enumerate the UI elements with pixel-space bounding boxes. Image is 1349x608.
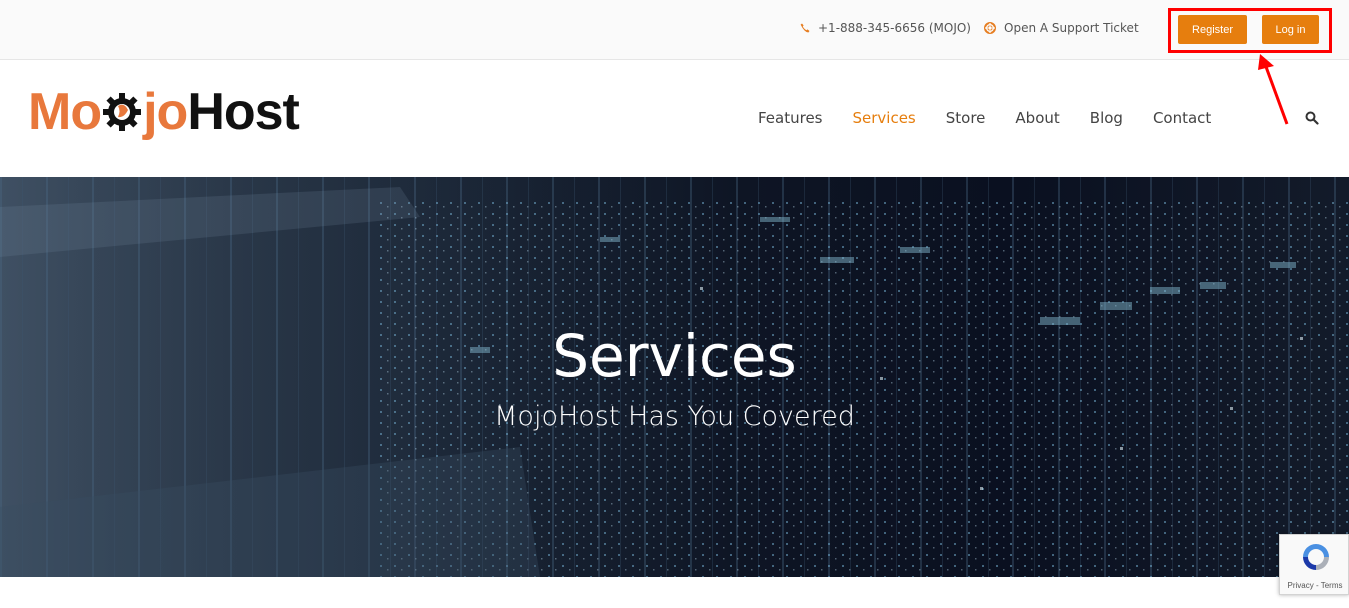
login-button[interactable]: Log in [1262,15,1319,44]
nav-item-features[interactable]: Features [758,109,823,127]
recaptcha-badge[interactable]: Privacy - Terms [1279,534,1349,595]
recaptcha-icon [1303,544,1329,570]
nav-item-store[interactable]: Store [946,109,986,127]
main-nav: Features Services Store About Blog Conta… [758,109,1241,127]
nav-item-services[interactable]: Services [853,109,916,127]
logo-text-mo: Mo [28,83,102,141]
recaptcha-links[interactable]: Privacy - Terms [1280,581,1349,590]
phone-contact[interactable]: +1-888-345-6656 (MOJO) [800,21,971,35]
nav-item-contact[interactable]: Contact [1153,109,1211,127]
nav-item-blog[interactable]: Blog [1090,109,1123,127]
site-header: Mo jo Host Features Services Store About… [0,60,1349,177]
logo-host: Host [187,83,300,141]
mojohost-logo[interactable]: Mo jo Host [28,83,300,141]
hero-banner: Services MojoHost Has You Covered [0,177,1349,577]
lifebuoy-icon [984,22,996,34]
support-ticket-link[interactable]: Open A Support Ticket [984,21,1139,35]
phone-icon [800,23,810,33]
top-bar: +1-888-345-6656 (MOJO) Open A Support Ti… [0,0,1349,60]
nav-item-about[interactable]: About [1015,109,1059,127]
register-button[interactable]: Register [1178,15,1247,44]
hero-title: Services [552,322,797,390]
search-icon[interactable] [1305,111,1319,125]
hero-subtitle: MojoHost Has You Covered [494,401,855,432]
phone-number: +1-888-345-6656 (MOJO) [818,21,971,35]
support-ticket-label: Open A Support Ticket [1004,21,1139,35]
gear-icon [103,93,142,131]
logo-mojo: Mo jo [28,83,188,141]
logo-text-jo: jo [143,83,188,141]
